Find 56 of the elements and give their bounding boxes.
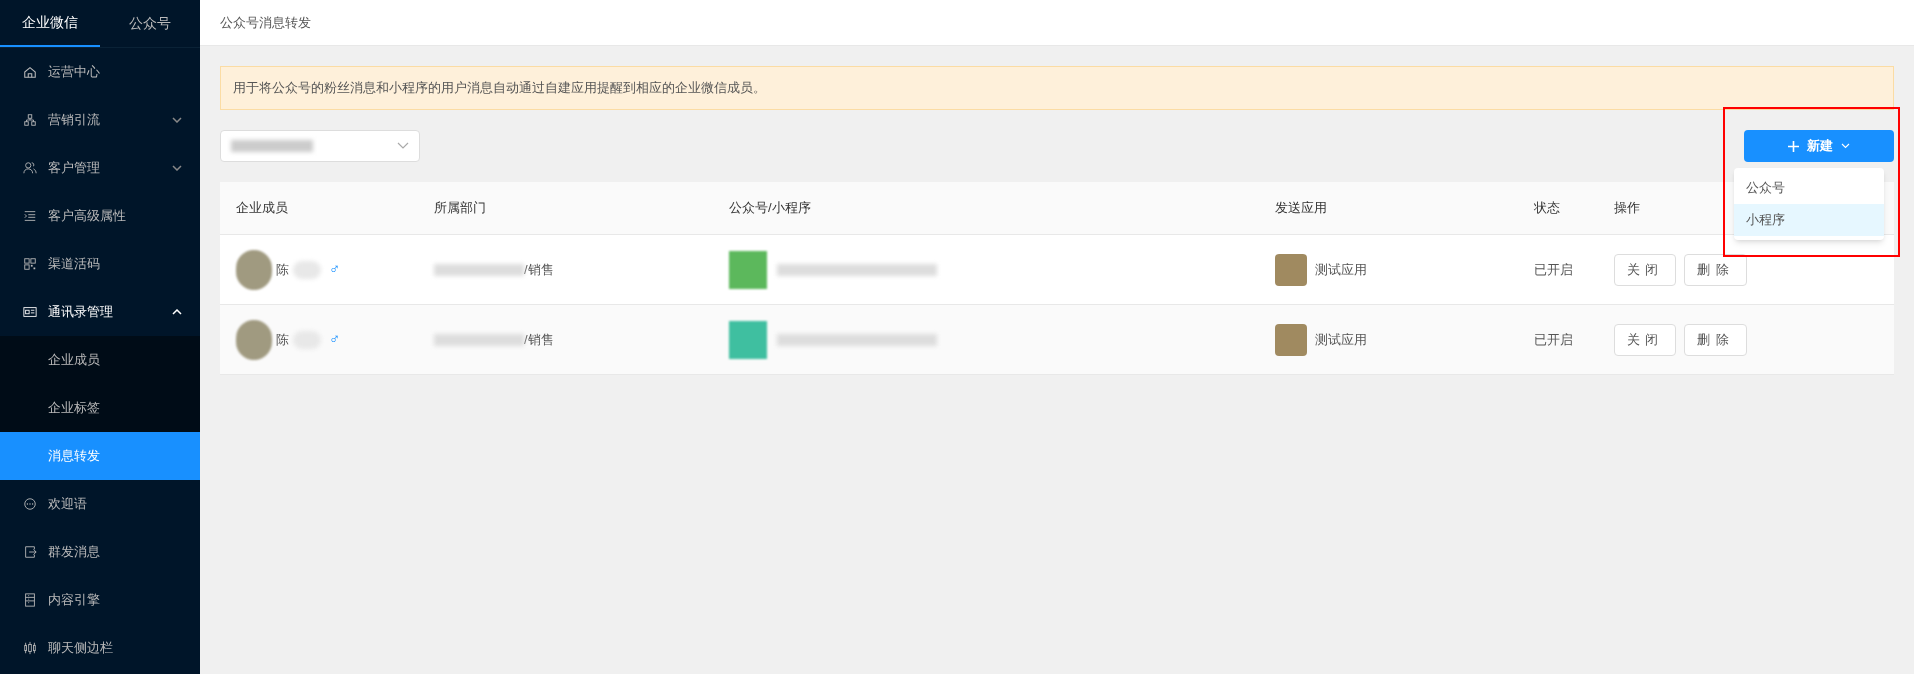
sliders-icon <box>23 641 37 655</box>
sidebar-item[interactable]: 通讯录管理 <box>0 288 200 336</box>
app-name: 测试应用 <box>1315 330 1367 349</box>
sidebar-item[interactable]: 内容引擎 <box>0 576 200 624</box>
contact-card-icon <box>23 305 37 319</box>
select-field[interactable] <box>220 130 420 162</box>
department-text: /销售 <box>524 330 554 349</box>
column-header: 公众号/小程序 <box>729 200 811 216</box>
menu-item[interactable]: 公众号 <box>1734 172 1884 204</box>
action-button[interactable]: 关闭 <box>1614 323 1677 356</box>
sidebar-item[interactable]: 渠道活码 <box>0 240 200 288</box>
sidebar-item[interactable]: 营销引流 <box>0 96 200 144</box>
hierarchy-icon <box>23 113 37 127</box>
action-button[interactable]: 删除 <box>1684 253 1747 286</box>
gender-icon: ♂ <box>329 328 341 351</box>
avatar-placeholder <box>236 249 272 290</box>
sidebar-subitem[interactable]: 企业标签 <box>0 384 200 432</box>
sidebar-item[interactable]: 群发消息 <box>0 528 200 576</box>
notice-banner: 用于将公众号的粉丝消息和小程序的用户消息自动通过自建应用提醒到相应的企业微信成员。 <box>220 66 1894 110</box>
sidebar-item[interactable]: 客户高级属性 <box>0 192 200 240</box>
member-name: 陈 <box>276 330 289 349</box>
page-title: 公众号消息转发 <box>220 13 311 32</box>
sidebar-subitem[interactable]: 企业成员 <box>0 336 200 384</box>
column-header: 发送应用 <box>1275 200 1327 216</box>
app-name: 测试应用 <box>1315 260 1367 279</box>
sidebar-tab[interactable]: 企业微信 <box>0 0 100 47</box>
app-icon-placeholder <box>1275 253 1307 286</box>
qr-code-icon <box>23 257 37 271</box>
member-name: 陈 <box>276 260 289 279</box>
sidebar-tab[interactable]: 公众号 <box>100 0 200 47</box>
server-icon <box>23 593 37 607</box>
action-button[interactable]: 删除 <box>1684 323 1747 356</box>
chat-bubble-icon <box>23 497 37 511</box>
sidebar-item[interactable]: 聊天侧边栏 <box>0 624 200 672</box>
column-header: 操作 <box>1614 200 1640 216</box>
sidebar-item[interactable]: 运营中心 <box>0 48 200 96</box>
menu-item[interactable]: 小程序 <box>1734 204 1884 236</box>
app-icon-placeholder <box>1275 323 1307 356</box>
action-button[interactable]: 关闭 <box>1614 253 1677 286</box>
plus-icon <box>1788 140 1799 152</box>
department-text: /销售 <box>524 260 554 279</box>
column-header: 状态 <box>1534 200 1560 216</box>
sidebar-item[interactable]: 客户管理 <box>0 144 200 192</box>
status-text: 已开启 <box>1534 261 1573 277</box>
export-icon <box>23 545 37 559</box>
chevron-down-icon <box>397 142 409 150</box>
sidebar-item[interactable]: 欢迎语 <box>0 480 200 528</box>
column-header: 企业成员 <box>236 200 288 216</box>
chevron-down-icon <box>1841 143 1850 149</box>
indent-list-icon <box>23 209 37 223</box>
home-icon <box>23 65 37 79</box>
column-header: 所属部门 <box>434 200 486 216</box>
gender-icon: ♂ <box>329 258 341 281</box>
users-icon <box>23 161 37 175</box>
avatar-placeholder <box>236 319 272 360</box>
status-text: 已开启 <box>1534 331 1573 347</box>
